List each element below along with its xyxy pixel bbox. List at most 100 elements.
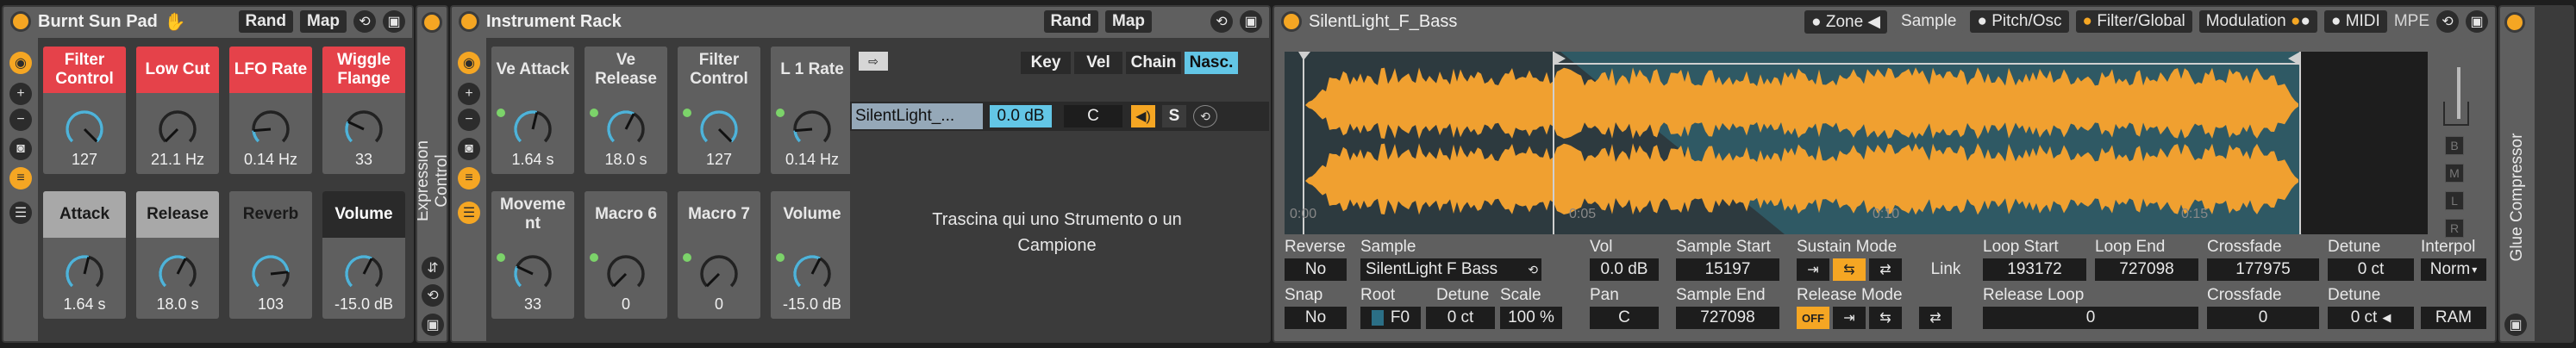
remove-macro-icon[interactable]: − (9, 109, 32, 131)
ir-macro-4[interactable]: L 1 Rate 0.14 Hz (771, 47, 853, 174)
release-loop-field[interactable]: 0 (1983, 307, 2198, 329)
ir-chain-list-icon[interactable]: ≡ (458, 167, 480, 190)
detune2-field[interactable]: 0 ct (2328, 258, 2414, 281)
ir-macro-7[interactable]: Macro 7 0 (678, 191, 760, 319)
ir-macro-8[interactable]: Volume -15.0 dB (771, 191, 853, 319)
root-field[interactable]: F0 (1360, 307, 1421, 329)
waveform-display[interactable]: 0:00 0:05 0:10 0:15 (1285, 52, 2428, 234)
rack-macro-6[interactable]: Release 18.0 s (136, 191, 219, 319)
ir-macro-5[interactable]: Moveme nt 33 (491, 191, 574, 319)
rack-macro-knob[interactable] (153, 103, 202, 152)
release-mode-pingpong[interactable]: ⇄ (1919, 307, 1952, 329)
rack-macro-5[interactable]: Attack 1.64 s (43, 191, 126, 319)
ir-power-button[interactable] (459, 11, 479, 32)
chain-pan[interactable]: C (1064, 105, 1122, 127)
tab-mpe[interactable]: MPE (2394, 12, 2429, 31)
snap-field[interactable]: No (1285, 307, 1347, 329)
ir-macro-toggle-icon[interactable]: ◉ (458, 52, 480, 74)
release-mode-off[interactable]: OFF (1797, 307, 1829, 329)
tab-pitch[interactable]: ● Pitch/Osc (1970, 10, 2069, 33)
release-mode-loop[interactable]: ⇆ (1869, 307, 1902, 329)
rack-macro-knob[interactable] (247, 103, 295, 152)
rack-macro-knob[interactable] (60, 103, 109, 152)
ir-macro-knob[interactable] (602, 248, 650, 296)
chain-name[interactable]: SilentLight_... (852, 103, 983, 129)
release-mode-oneshot[interactable]: ⇥ (1833, 307, 1866, 329)
rack-macro-1[interactable]: Filter Control 127 (43, 47, 126, 174)
ir-cycle-icon[interactable]: ⟲ (1210, 10, 1233, 33)
side-button-r[interactable]: R (2445, 219, 2464, 238)
chain-volume[interactable]: 0.0 dB (990, 105, 1052, 127)
rack-macro-knob[interactable] (153, 248, 202, 296)
tab-midi[interactable]: ● MIDI (2323, 10, 2387, 33)
ir-macro-knob[interactable] (695, 103, 743, 152)
chain-tab-vel[interactable]: Vel (1074, 52, 1122, 74)
device-list-icon[interactable]: ☰ (9, 202, 32, 224)
tab-modulation[interactable]: Modulation ●● (2198, 10, 2317, 33)
ir-rand-button[interactable]: Rand (1043, 10, 1098, 33)
chain-hotswap-icon[interactable]: ⟲ (1193, 105, 1217, 127)
vol-field[interactable]: 0.0 dB (1590, 258, 1659, 281)
loop-start-field[interactable]: 193172 (1983, 258, 2086, 281)
ir-macro-knob[interactable] (695, 248, 743, 296)
ir-macro-knob[interactable] (509, 103, 557, 152)
rack-macro-knob[interactable] (60, 248, 109, 296)
rack-macro-8[interactable]: Volume -15.0 dB (322, 191, 405, 319)
sampler-power-button[interactable] (1281, 11, 1302, 32)
side-button-l[interactable]: L (2445, 191, 2464, 210)
tab-filter[interactable]: ● Filter/Global (2075, 10, 2192, 33)
ram-button[interactable]: RAM (2421, 307, 2486, 329)
macro-toggle-icon[interactable]: ◉ (9, 52, 32, 74)
sampler-cycle-icon[interactable]: ⟲ (2436, 10, 2459, 33)
chain-select-icon[interactable]: ⇨ (859, 52, 888, 71)
sample-end-field[interactable]: 727098 (1676, 307, 1779, 329)
ir-macro-2[interactable]: Ve Release 18.0 s (585, 47, 667, 174)
ir-macro-3[interactable]: Filter Control 127 (678, 47, 760, 174)
snapshot-icon[interactable]: ◙ (9, 138, 32, 160)
ir-device-list-icon[interactable]: ☰ (458, 202, 480, 224)
rack-macro-4[interactable]: Wiggle Flange 33 (322, 47, 405, 174)
rack-macro-7[interactable]: Reverb 103 (229, 191, 312, 319)
add-macro-icon[interactable]: + (9, 83, 32, 105)
chain-tab-chain[interactable]: Chain (1126, 52, 1181, 74)
detune-field[interactable]: 0 ct (1426, 307, 1495, 329)
sustain-mode-pingpong[interactable]: ⇄ (1869, 258, 1902, 281)
sustain-mode-loop[interactable]: ⇆ (1833, 258, 1866, 281)
crossfade-field[interactable]: 177975 (2207, 258, 2319, 281)
loop-end-field[interactable]: 727098 (2095, 258, 2198, 281)
side-button-m[interactable]: M (2445, 164, 2464, 183)
rack-macro-3[interactable]: LFO Rate 0.14 Hz (229, 47, 312, 174)
sustain-mode-off[interactable]: ⇥ (1797, 258, 1829, 281)
crossfade2-field[interactable]: 0 (2207, 307, 2319, 329)
interpol-field[interactable]: Norm ▾ (2421, 258, 2486, 281)
chain-tab-key[interactable]: Key (1021, 52, 1071, 74)
glue-power-button[interactable] (2504, 12, 2525, 33)
rack-macro-knob[interactable] (340, 103, 388, 152)
sample-hotswap-icon[interactable]: ⟲ (1528, 263, 1538, 277)
chain-row[interactable]: SilentLight_... 0.0 dB C ◀) S ⟲ (850, 102, 1269, 131)
ir-macro-knob[interactable] (509, 248, 557, 296)
expression-save-icon[interactable]: ▣ (422, 314, 444, 336)
rack-macro-knob[interactable] (247, 248, 295, 296)
rack-rand-button[interactable]: Rand (238, 10, 293, 33)
rack-macro-2[interactable]: Low Cut 21.1 Hz (136, 47, 219, 174)
reverse-field[interactable]: No (1285, 258, 1347, 281)
expression-cycle-icon[interactable]: ⟲ (422, 284, 444, 307)
ir-macro-knob[interactable] (788, 248, 836, 296)
ir-save-icon[interactable]: ▣ (1240, 10, 1262, 33)
tab-zone[interactable]: ● Zone ◀ (1804, 9, 1888, 34)
rack-map-button[interactable]: Map (300, 10, 347, 33)
glue-save-icon[interactable]: ▣ (2504, 314, 2527, 336)
ir-macro-6[interactable]: Macro 6 0 (585, 191, 667, 319)
ir-macro-1[interactable]: Ve Attack 1.64 s (491, 47, 574, 174)
ir-remove-macro-icon[interactable]: − (458, 109, 480, 131)
sample-start-field[interactable]: 15197 (1676, 258, 1779, 281)
ir-snapshot-icon[interactable]: ◙ (458, 138, 480, 160)
ir-macro-knob[interactable] (788, 103, 836, 152)
rack-power-button[interactable] (10, 11, 31, 32)
ir-macro-knob[interactable] (602, 103, 650, 152)
scale-field[interactable]: 100 % (1500, 307, 1562, 329)
chain-list-icon[interactable]: ≡ (9, 167, 32, 190)
pan-field[interactable]: C (1590, 307, 1659, 329)
rack-cycle-icon[interactable]: ⟲ (353, 10, 376, 33)
